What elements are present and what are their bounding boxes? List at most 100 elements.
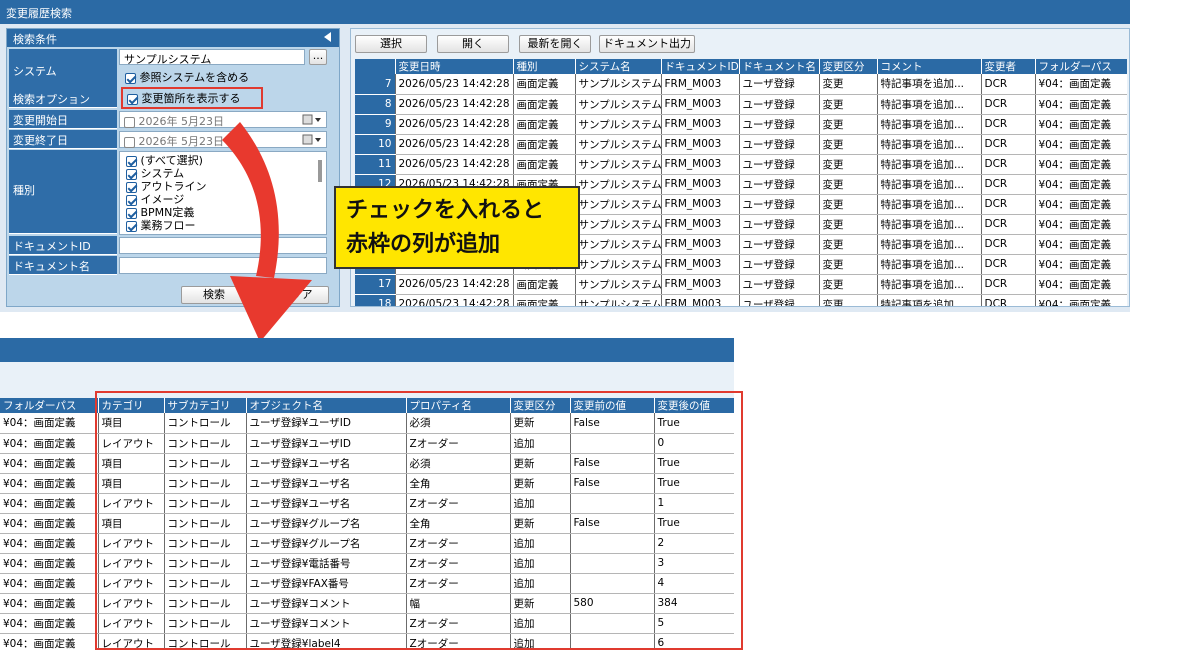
table-row[interactable]: 10 2026/05/23 14:42:28 画面定義 サンプルシステム FRM_M00… xyxy=(355,134,1127,155)
table-cell[interactable]: FRM_M003 xyxy=(661,234,740,255)
column-header[interactable]: 変更区分 xyxy=(819,59,878,74)
table-cell[interactable]: ユーザ登録 xyxy=(739,214,820,235)
table-cell[interactable]: ユーザ登録 xyxy=(739,294,820,306)
table-cell[interactable]: 画面定義 xyxy=(513,274,576,295)
table-cell[interactable]: 特記事項を追加... xyxy=(877,134,982,155)
table-cell[interactable]: 変更 xyxy=(819,214,878,235)
table-cell[interactable]: サンプルシステム xyxy=(575,274,662,295)
table-cell[interactable]: ¥04：画面定義 xyxy=(1035,114,1127,135)
column-header[interactable]: システム名 xyxy=(575,59,662,74)
include-ref-system-checkbox[interactable]: 参照システムを含める xyxy=(125,71,249,84)
table-cell[interactable]: ¥04：画面定義 xyxy=(0,553,99,574)
collapse-left-icon[interactable] xyxy=(321,30,335,44)
table-cell[interactable]: 画面定義 xyxy=(513,74,576,95)
table-cell[interactable]: ¥04：画面定義 xyxy=(0,573,99,594)
table-cell[interactable]: 特記事項を追加... xyxy=(877,254,982,275)
column-header[interactable]: ドキュメント名 xyxy=(739,59,820,74)
table-cell[interactable]: ユーザ登録 xyxy=(739,94,820,115)
table-cell[interactable]: 特記事項を追加... xyxy=(877,194,982,215)
table-cell[interactable]: ¥04：画面定義 xyxy=(0,533,99,554)
table-cell[interactable]: ¥04：画面定義 xyxy=(0,453,99,474)
table-cell[interactable]: FRM_M003 xyxy=(661,254,740,275)
table-cell[interactable]: 画面定義 xyxy=(513,94,576,115)
table-cell[interactable]: 変更 xyxy=(819,174,878,195)
column-header[interactable]: ドキュメントID xyxy=(661,59,740,74)
open-button[interactable]: 開く xyxy=(437,35,509,53)
table-cell[interactable]: ユーザ登録 xyxy=(739,174,820,195)
table-row[interactable]: 7 2026/05/23 14:42:28 画面定義 サンプルシステム FRM_M003… xyxy=(355,74,1127,95)
table-cell[interactable]: ¥04：画面定義 xyxy=(1035,274,1127,295)
table-cell[interactable]: 変更 xyxy=(819,294,878,306)
table-cell[interactable]: ¥04：画面定義 xyxy=(1035,134,1127,155)
table-cell[interactable]: ユーザ登録 xyxy=(739,154,820,175)
table-cell[interactable]: 2026/05/23 14:42:28 xyxy=(395,294,514,306)
export-document-button[interactable]: ドキュメント出力 xyxy=(599,35,695,53)
table-cell[interactable]: 変更 xyxy=(819,234,878,255)
column-header[interactable]: 種別 xyxy=(513,59,576,74)
table-cell[interactable]: 変更 xyxy=(819,194,878,215)
table-cell[interactable]: サンプルシステム xyxy=(575,74,662,95)
table-cell[interactable]: 2026/05/23 14:42:28 xyxy=(395,274,514,295)
select-button[interactable]: 選択 xyxy=(355,35,427,53)
table-cell[interactable]: ¥04：画面定義 xyxy=(0,633,99,650)
table-cell[interactable]: DCR xyxy=(981,234,1036,255)
table-cell[interactable]: FRM_M003 xyxy=(661,154,740,175)
table-cell[interactable]: サンプルシステム xyxy=(575,134,662,155)
table-cell[interactable]: ユーザ登録 xyxy=(739,194,820,215)
table-cell[interactable]: DCR xyxy=(981,74,1036,95)
table-cell[interactable]: サンプルシステム xyxy=(575,94,662,115)
table-cell[interactable]: ¥04：画面定義 xyxy=(1035,74,1127,95)
system-field[interactable]: サンプルシステム xyxy=(119,49,305,66)
table-cell[interactable]: サンプルシステム xyxy=(575,234,662,255)
table-cell[interactable]: ユーザ登録 xyxy=(739,74,820,95)
table-cell[interactable]: FRM_M003 xyxy=(661,294,740,306)
open-latest-button[interactable]: 最新を開く xyxy=(519,35,591,53)
table-row[interactable]: 11 2026/05/23 14:42:28 画面定義 サンプルシステム FRM_M00… xyxy=(355,154,1127,175)
table-cell[interactable]: 画面定義 xyxy=(513,134,576,155)
column-header[interactable]: フォルダーパス xyxy=(0,398,99,413)
table-cell[interactable]: DCR xyxy=(981,194,1036,215)
table-cell[interactable]: 特記事項を追加... xyxy=(877,274,982,295)
table-cell[interactable]: 2026/05/23 14:42:28 xyxy=(395,134,514,155)
table-cell[interactable]: サンプルシステム xyxy=(575,254,662,275)
table-cell[interactable]: ¥04：画面定義 xyxy=(0,473,99,494)
table-cell[interactable]: 変更 xyxy=(819,254,878,275)
table-row[interactable]: 8 2026/05/23 14:42:28 画面定義 サンプルシステム FRM_M003… xyxy=(355,94,1127,115)
table-cell[interactable]: 2026/05/23 14:42:28 xyxy=(395,74,514,95)
column-header[interactable]: 変更日時 xyxy=(395,59,514,74)
table-cell[interactable]: 画面定義 xyxy=(513,154,576,175)
table-cell[interactable]: ¥04：画面定義 xyxy=(0,433,99,454)
table-cell[interactable]: ¥04：画面定義 xyxy=(1035,254,1127,275)
table-cell[interactable]: FRM_M003 xyxy=(661,214,740,235)
table-cell[interactable]: 特記事項を追加... xyxy=(877,74,982,95)
table-cell[interactable]: サンプルシステム xyxy=(575,194,662,215)
table-cell[interactable]: 画面定義 xyxy=(513,294,576,306)
table-cell[interactable]: サンプルシステム xyxy=(575,154,662,175)
column-header[interactable]: 変更者 xyxy=(981,59,1036,74)
table-cell[interactable]: 画面定義 xyxy=(513,114,576,135)
table-cell[interactable]: ユーザ登録 xyxy=(739,274,820,295)
table-cell[interactable]: サンプルシステム xyxy=(575,114,662,135)
table-row[interactable]: 9 2026/05/23 14:42:28 画面定義 サンプルシステム FRM_M003… xyxy=(355,114,1127,135)
table-cell[interactable]: 変更 xyxy=(819,154,878,175)
column-header[interactable]: フォルダーパス xyxy=(1035,59,1127,74)
table-cell[interactable]: FRM_M003 xyxy=(661,194,740,215)
table-row[interactable]: 18 2026/05/23 14:42:28 画面定義 サンプルシステム FRM_M00… xyxy=(355,294,1127,306)
table-cell[interactable]: FRM_M003 xyxy=(661,134,740,155)
table-cell[interactable]: 特記事項を追加... xyxy=(877,214,982,235)
table-cell[interactable]: ¥04：画面定義 xyxy=(1035,234,1127,255)
table-cell[interactable]: 特記事項を追加... xyxy=(877,154,982,175)
table-cell[interactable]: サンプルシステム xyxy=(575,174,662,195)
table-cell[interactable]: サンプルシステム xyxy=(575,214,662,235)
table-cell[interactable]: ¥04：画面定義 xyxy=(1035,194,1127,215)
table-cell[interactable]: ユーザ登録 xyxy=(739,254,820,275)
table-cell[interactable]: FRM_M003 xyxy=(661,74,740,95)
table-cell[interactable]: ¥04：画面定義 xyxy=(0,413,99,434)
table-row[interactable]: 17 2026/05/23 14:42:28 画面定義 サンプルシステム FRM_M00… xyxy=(355,274,1127,295)
table-cell[interactable]: FRM_M003 xyxy=(661,174,740,195)
table-cell[interactable]: ¥04：画面定義 xyxy=(1035,94,1127,115)
table-cell[interactable]: 2026/05/23 14:42:28 xyxy=(395,94,514,115)
table-cell[interactable]: DCR xyxy=(981,154,1036,175)
table-cell[interactable]: FRM_M003 xyxy=(661,274,740,295)
table-cell[interactable]: 特記事項を追加... xyxy=(877,174,982,195)
